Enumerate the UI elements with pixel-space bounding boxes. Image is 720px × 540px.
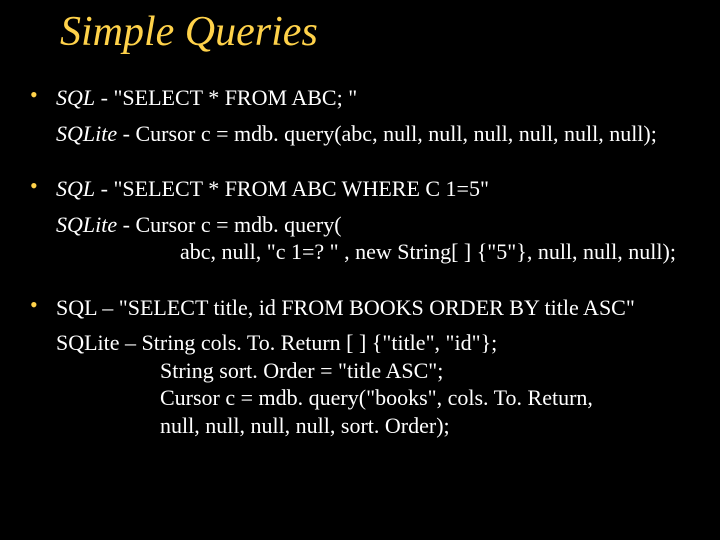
bullet-2: • SQL - "SELECT * FROM ABC WHERE C 1=5" (30, 175, 690, 203)
b1-sql-label: SQL (56, 85, 95, 110)
b1-line2: SQLite - Cursor c = mdb. query(abc, null… (56, 120, 690, 148)
slide: Simple Queries • SQL - "SELECT * FROM AB… (0, 0, 720, 540)
bullet-dot-icon: • (30, 294, 44, 316)
bullet-3: • SQL – "SELECT title, id FROM BOOKS ORD… (30, 294, 690, 322)
b3-line2: SQLite – String cols. To. Return [ ] {"t… (56, 329, 690, 357)
b1-sqlite-label: SQLite (56, 121, 117, 146)
bullet-1: • SQL - "SELECT * FROM ABC; " (30, 84, 690, 112)
b2-sql-rest: - "SELECT * FROM ABC WHERE C 1=5" (95, 176, 489, 201)
b2-sqlite-rest: - Cursor c = mdb. query( (117, 212, 341, 237)
bullet-2-content: SQL - "SELECT * FROM ABC WHERE C 1=5" (56, 175, 489, 203)
bullet-dot-icon: • (30, 84, 44, 106)
b3-line1: SQL – "SELECT title, id FROM BOOKS ORDER… (56, 294, 635, 322)
b2-sqlite-label: SQLite (56, 212, 117, 237)
b2-line2: SQLite - Cursor c = mdb. query( (56, 211, 690, 239)
b1-sqlite-rest: - Cursor c = mdb. query(abc, null, null,… (117, 121, 657, 146)
bullet-1-content: SQL - "SELECT * FROM ABC; " (56, 84, 357, 112)
b3-line3: String sort. Order = "title ASC"; (160, 357, 690, 385)
b2-line3: abc, null, "c 1=? " , new String[ ] {"5"… (180, 238, 690, 266)
b2-sql-label: SQL (56, 176, 95, 201)
b3-line4: Cursor c = mdb. query("books", cols. To.… (160, 384, 690, 412)
b3-line5: null, null, null, null, sort. Order); (160, 412, 690, 440)
bullet-block-1: • SQL - "SELECT * FROM ABC; " SQLite - C… (30, 84, 690, 147)
bullet-block-2: • SQL - "SELECT * FROM ABC WHERE C 1=5" … (30, 175, 690, 266)
slide-title: Simple Queries (60, 8, 690, 56)
bullet-dot-icon: • (30, 175, 44, 197)
b1-sql-rest: - "SELECT * FROM ABC; " (95, 85, 357, 110)
bullet-block-3: • SQL – "SELECT title, id FROM BOOKS ORD… (30, 294, 690, 440)
